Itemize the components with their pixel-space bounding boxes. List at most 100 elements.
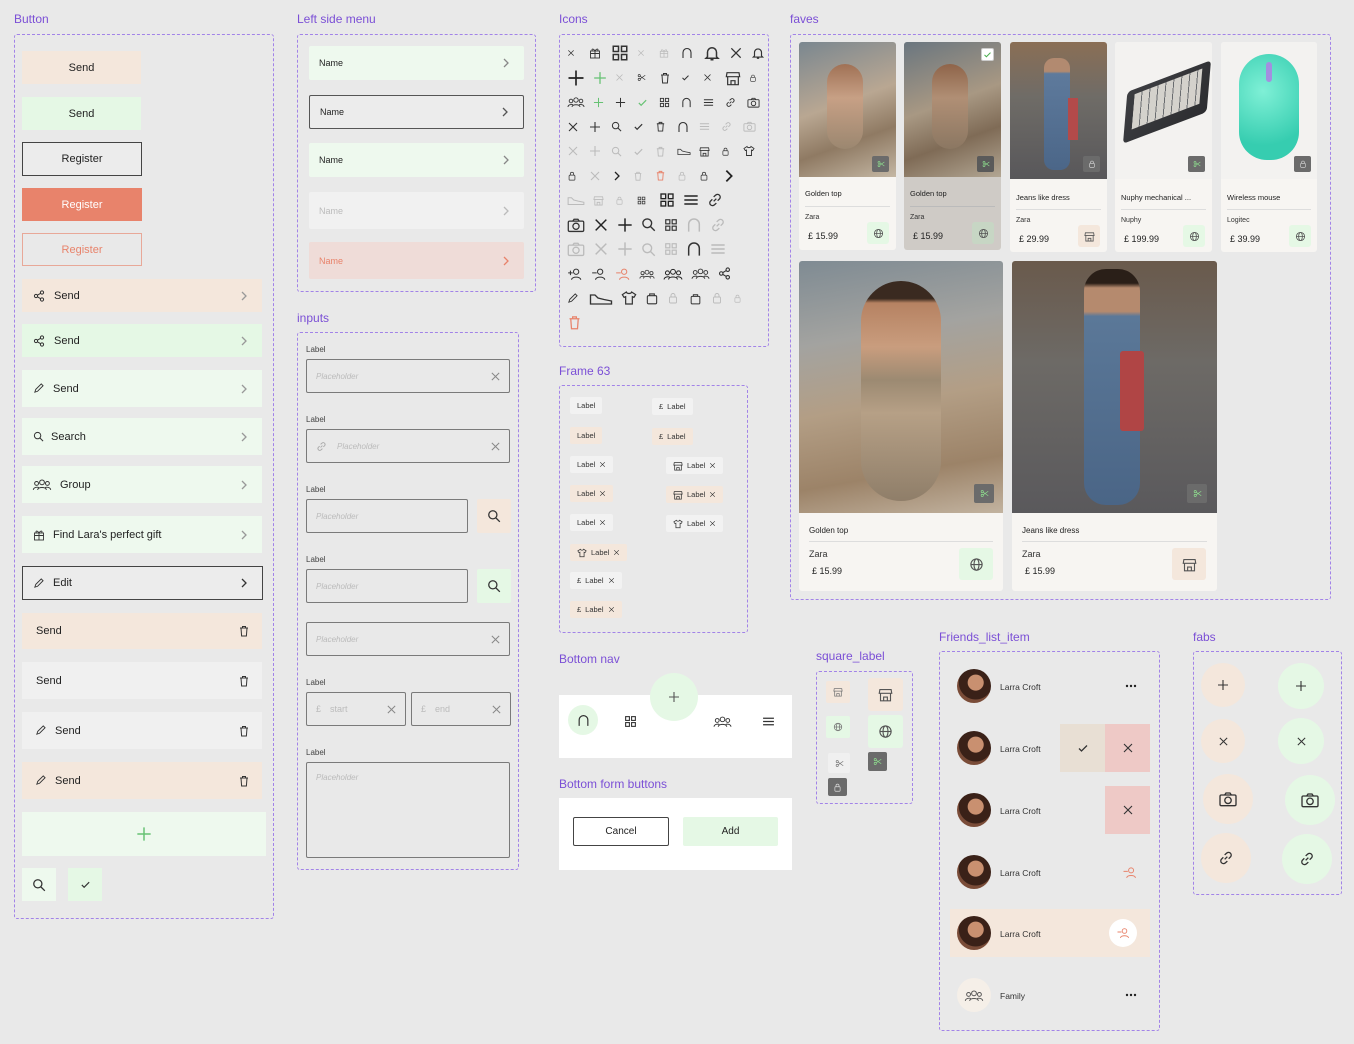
link-input[interactable]: Placeholder [306, 429, 510, 463]
friend-list-item-swipe-actions[interactable]: Larra Croft [950, 724, 1150, 772]
send-button-peach[interactable]: Send [22, 51, 141, 84]
accept-action[interactable] [1060, 724, 1105, 772]
close-icon[interactable] [613, 549, 620, 556]
open-website-button[interactable] [867, 222, 889, 244]
product-card-large[interactable]: Golden top Zara £ 15.99 [799, 261, 1003, 591]
nav-add-fab[interactable] [650, 673, 698, 721]
trash-icon[interactable] [238, 725, 250, 737]
trash-icon[interactable] [238, 675, 250, 687]
register-button-coral[interactable]: Register [22, 188, 142, 221]
select-checkbox[interactable] [981, 48, 994, 61]
camera-fab-mint[interactable] [1285, 775, 1335, 825]
decline-action[interactable] [1105, 724, 1150, 772]
chip-currency-removable[interactable]: £ Label [570, 572, 622, 589]
friend-list-item-swipe-delete[interactable]: Larra Croft [950, 786, 1150, 834]
more-icon[interactable] [1125, 684, 1137, 688]
open-website-button[interactable] [1183, 225, 1205, 247]
edit-send-button[interactable]: Send [22, 370, 262, 407]
square-label-store-large[interactable] [868, 678, 903, 711]
friend-list-item[interactable]: Larra Croft [950, 848, 1150, 896]
friend-list-item-highlighted[interactable]: Larra Croft [950, 909, 1150, 957]
chip-removable[interactable]: Label [570, 514, 614, 531]
product-card[interactable]: Wireless mouse Logitec £ 39.99 [1221, 42, 1317, 252]
send-delete-button-gray[interactable]: Send [22, 662, 262, 699]
chip-store-removable[interactable]: Label [666, 457, 724, 474]
product-card[interactable]: Nuphy mechanical ... Nuphy £ 199.99 [1115, 42, 1212, 252]
product-card-large[interactable]: Jeans like dress Zara £ 15.99 [1012, 261, 1217, 591]
clear-icon[interactable] [490, 441, 501, 452]
close-icon[interactable] [608, 577, 615, 584]
search-icon-button[interactable] [477, 499, 511, 533]
chip-removable[interactable]: Label [570, 456, 614, 473]
chip[interactable]: Label [570, 397, 603, 414]
chip-peach[interactable]: Label [570, 427, 603, 444]
clear-icon[interactable] [386, 704, 397, 715]
chip-tshirt-removable[interactable]: Label [666, 515, 724, 532]
edit-send-delete-button-peach[interactable]: Send [22, 762, 262, 799]
share-send-button-peach[interactable]: Send [22, 279, 262, 312]
open-website-button[interactable] [972, 222, 994, 244]
product-card[interactable]: Jeans like dress Zara £ 29.99 [1010, 42, 1107, 252]
textarea-input[interactable]: Placeholder [306, 762, 510, 858]
group-list-item[interactable]: Family [950, 971, 1150, 1019]
link-fab-mint[interactable] [1282, 834, 1332, 884]
close-icon[interactable] [709, 462, 716, 469]
menu-item-disabled[interactable]: Name [309, 192, 524, 229]
more-icon[interactable] [1125, 993, 1137, 997]
search-text-input[interactable]: Placeholder [306, 499, 468, 533]
share-send-button-mint[interactable]: Send [22, 324, 262, 357]
cancel-button[interactable]: Cancel [573, 817, 669, 846]
range-end-input[interactable]: £ end [411, 692, 511, 726]
product-card[interactable]: Golden top Zara £ 15.99 [799, 42, 896, 250]
send-delete-button-peach[interactable]: Send [22, 613, 262, 649]
remove-friend-icon[interactable] [1122, 866, 1138, 879]
register-button-outline[interactable]: Register [22, 142, 142, 176]
product-card-selected[interactable]: Golden top Zara £ 15.99 [904, 42, 1001, 250]
text-input-no-label[interactable]: Placeholder [306, 622, 510, 656]
search-text-input[interactable]: Placeholder [306, 569, 468, 603]
nav-catalog[interactable] [621, 712, 639, 730]
search-button[interactable]: Search [22, 418, 262, 455]
close-icon[interactable] [599, 519, 606, 526]
menu-item[interactable]: Name [309, 143, 524, 177]
chip-currency-peach[interactable]: £ Label [652, 428, 693, 445]
nav-menu[interactable] [759, 712, 777, 730]
chip-removable-peach[interactable]: Label [570, 485, 614, 502]
add-button-wide[interactable] [22, 812, 266, 856]
close-icon[interactable] [709, 520, 716, 527]
chip-tshirt-removable-peach[interactable]: Label [570, 544, 628, 561]
group-button[interactable]: Group [22, 466, 262, 503]
square-label-scissors-light[interactable] [828, 753, 850, 773]
clear-icon[interactable] [491, 704, 502, 715]
add-fab-mint[interactable] [1278, 663, 1324, 709]
open-website-button[interactable] [959, 548, 993, 580]
send-button-mint[interactable]: Send [22, 97, 141, 130]
clear-icon[interactable] [490, 634, 501, 645]
menu-item[interactable]: Name [309, 46, 524, 80]
close-icon[interactable] [709, 491, 716, 498]
search-icon-button[interactable] [22, 868, 56, 901]
link-fab-peach[interactable] [1201, 833, 1251, 883]
text-input[interactable]: Placeholder [306, 359, 510, 393]
search-icon-button[interactable] [477, 569, 511, 603]
range-start-input[interactable]: £ start [306, 692, 406, 726]
close-fab-peach[interactable] [1201, 719, 1245, 763]
remove-friend-button[interactable] [1109, 919, 1137, 947]
close-icon[interactable] [608, 606, 615, 613]
edit-send-delete-button-gray[interactable]: Send [22, 712, 262, 749]
chip-store-removable-peach[interactable]: Label [666, 486, 724, 503]
nav-friends[interactable] [711, 712, 733, 730]
friend-list-item[interactable]: Larra Croft [950, 662, 1150, 710]
chip-currency-removable-peach[interactable]: £ Label [570, 601, 622, 618]
square-label-globe-large[interactable] [868, 715, 903, 748]
open-store-button[interactable] [1078, 225, 1100, 247]
menu-item-selected[interactable]: Name [309, 95, 524, 129]
decline-action[interactable] [1105, 786, 1150, 834]
confirm-icon-button[interactable] [68, 868, 102, 901]
menu-item-danger[interactable]: Name [309, 242, 524, 279]
gift-button[interactable]: Find Lara's perfect gift [22, 516, 262, 553]
close-fab-mint[interactable] [1278, 718, 1324, 764]
clear-icon[interactable] [490, 371, 501, 382]
trash-icon[interactable] [238, 775, 250, 787]
square-label-lock-dark[interactable] [828, 778, 847, 796]
